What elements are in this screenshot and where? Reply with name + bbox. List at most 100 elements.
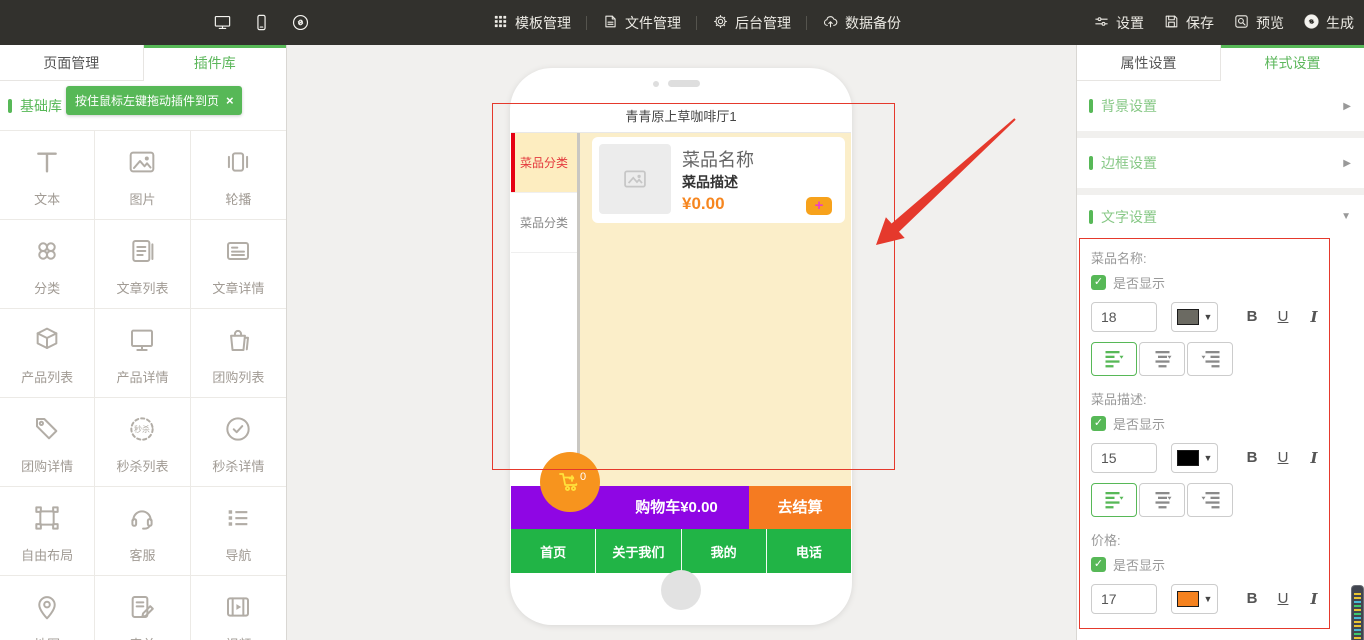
align-right-button[interactable] [1187, 342, 1233, 376]
toolbar-menu-group: 模板管理 文件管理 后台管理 数据备份 [492, 0, 901, 45]
align-left-button[interactable] [1091, 342, 1137, 376]
plugin-item-category[interactable]: 分类 [0, 220, 95, 309]
dish-category-tab-active[interactable]: 菜品分类 [511, 133, 577, 193]
bold-button[interactable]: B [1245, 590, 1259, 608]
topbar-action-save[interactable]: 保存 [1163, 13, 1214, 33]
category-icon [31, 235, 63, 272]
plugin-grid: 文本图片 轮播分类文章列表文章详情产品列表产品详情团购列表团购详情 秒杀秒杀列表秒杀… [0, 130, 286, 640]
plugin-item-service[interactable]: 客服 [95, 487, 190, 576]
underline-button[interactable]: U [1276, 590, 1290, 608]
plugin-label: 团购详情 [21, 456, 73, 475]
plugin-item-freelayout[interactable]: 自由布局 [0, 487, 95, 576]
topbar-menu-cloud-upload[interactable]: 数据备份 [822, 13, 901, 33]
text-settings-header[interactable]: 文字设置 ▼ [1077, 195, 1364, 238]
dish-category-tab[interactable]: 菜品分类 [511, 193, 577, 253]
topbar-action-preview[interactable]: 预览 [1233, 13, 1284, 33]
italic-button[interactable]: I [1307, 308, 1321, 326]
phone-nav-item[interactable]: 首页 [511, 529, 596, 573]
underline-button[interactable]: U [1276, 449, 1290, 467]
font-color-dropdown[interactable]: ▼ [1171, 443, 1218, 473]
library-header-row: 基础库 按住鼠标左键拖动插件到页 × [0, 81, 286, 130]
plugin-item-text[interactable]: 文本 [0, 131, 95, 220]
plugin-item-video[interactable]: 视频 [191, 576, 286, 640]
plugin-item-image[interactable]: 图片 [95, 131, 190, 220]
article-list-icon [126, 235, 158, 272]
plugin-item-map[interactable]: 地图 [0, 576, 95, 640]
plugin-item-seckill-list[interactable]: 秒杀秒杀列表 [95, 398, 190, 487]
border-settings-header[interactable]: 边框设置 ▶ [1077, 138, 1364, 188]
color-swatch [1177, 450, 1199, 466]
topbar-action-sliders[interactable]: 设置 [1093, 13, 1144, 33]
italic-button[interactable]: I [1307, 449, 1321, 467]
setting-group-label: 价格: [1091, 530, 1321, 549]
dish-card[interactable]: 菜品名称 菜品描述 ¥0.00 + [592, 137, 845, 223]
plugin-item-groupbuy-list[interactable]: 团购列表 [191, 309, 286, 398]
font-color-dropdown[interactable]: ▼ [1171, 584, 1218, 614]
caret-down-icon: ▼ [1204, 594, 1213, 604]
show-label: 是否显示 [1113, 414, 1165, 433]
plugin-item-product-detail[interactable]: 产品详情 [95, 309, 190, 398]
plugin-item-seckill-detail[interactable]: 秒杀详情 [191, 398, 286, 487]
bold-button[interactable]: B [1245, 308, 1259, 326]
font-color-dropdown[interactable]: ▼ [1171, 302, 1218, 332]
font-size-input[interactable] [1091, 302, 1157, 332]
topbar-menu-gear[interactable]: 后台管理 [712, 13, 791, 33]
grid-icon [492, 13, 509, 33]
bottom-nav-bar: 首页关于我们我的电话 [511, 529, 851, 573]
underline-button[interactable]: U [1276, 308, 1290, 326]
tab-style-settings[interactable]: 样式设置 [1221, 45, 1364, 81]
scrollbar-thumb[interactable] [1351, 585, 1364, 640]
plugin-item-carousel[interactable]: 轮播 [191, 131, 286, 220]
topbar-action-generate[interactable]: 生成 [1303, 13, 1354, 33]
service-icon [126, 502, 158, 539]
bold-button[interactable]: B [1245, 449, 1259, 467]
tab-plugin-library[interactable]: 插件库 [144, 45, 287, 81]
plugin-label: 文章详情 [212, 278, 264, 297]
topbar-menu-file[interactable]: 文件管理 [602, 13, 681, 33]
desktop-icon[interactable] [213, 13, 232, 32]
plugin-label: 导航 [225, 545, 251, 564]
align-left-button[interactable] [1091, 483, 1137, 517]
align-right-button[interactable] [1187, 483, 1233, 517]
align-center-button[interactable] [1139, 342, 1185, 376]
toolbar-action-label: 保存 [1186, 13, 1214, 33]
close-icon[interactable]: × [226, 94, 234, 107]
italic-button[interactable]: I [1307, 590, 1321, 608]
tab-attribute-settings[interactable]: 属性设置 [1077, 45, 1221, 81]
plugin-item-article-detail[interactable]: 文章详情 [191, 220, 286, 309]
plugin-label: 秒杀列表 [116, 456, 168, 475]
font-size-input[interactable] [1091, 443, 1157, 473]
checkout-button[interactable]: 去结算 [749, 486, 851, 529]
align-center-button[interactable] [1139, 483, 1185, 517]
link-icon[interactable] [291, 13, 310, 32]
plugin-item-groupbuy-detail[interactable]: 团购详情 [0, 398, 95, 487]
mobile-icon[interactable] [252, 13, 271, 32]
show-label: 是否显示 [1113, 273, 1165, 292]
phone-nav-item[interactable]: 关于我们 [596, 529, 681, 573]
phone-nav-item[interactable]: 电话 [767, 529, 851, 573]
background-settings-header[interactable]: 背景设置 ▶ [1077, 81, 1364, 131]
checkbox-checked-icon[interactable]: ✓ [1091, 557, 1106, 572]
text-icon [31, 146, 63, 183]
checkbox-checked-icon[interactable]: ✓ [1091, 416, 1106, 431]
plugin-item-article-list[interactable]: 文章列表 [95, 220, 190, 309]
dish-list-area: 菜品名称 菜品描述 ¥0.00 + [580, 133, 851, 486]
topbar-menu-grid[interactable]: 模板管理 [492, 13, 571, 33]
plugin-item-nav[interactable]: 导航 [191, 487, 286, 576]
phone-home-button[interactable] [661, 570, 701, 610]
cart-total-label: 购物车¥0.00 [599, 486, 754, 529]
text-setting-group: 菜品名称:✓是否显示▼BUI [1091, 248, 1321, 376]
checkbox-checked-icon[interactable]: ✓ [1091, 275, 1106, 290]
plugin-item-form[interactable]: 表单 [95, 576, 190, 640]
phone-nav-item[interactable]: 我的 [682, 529, 767, 573]
dish-description: 菜品描述 [682, 172, 738, 192]
tab-page-management[interactable]: 页面管理 [0, 45, 144, 81]
text-style-buttons: BUI [1245, 308, 1321, 326]
font-size-input[interactable] [1091, 584, 1157, 614]
cart-icon[interactable] [540, 452, 600, 512]
plugin-label: 表单 [129, 634, 155, 640]
plugin-item-product-list[interactable]: 产品列表 [0, 309, 95, 398]
show-toggle-row: ✓ 是否显示 [1091, 273, 1321, 292]
add-to-cart-button[interactable]: + [806, 197, 832, 215]
plugin-label: 图片 [129, 189, 155, 208]
